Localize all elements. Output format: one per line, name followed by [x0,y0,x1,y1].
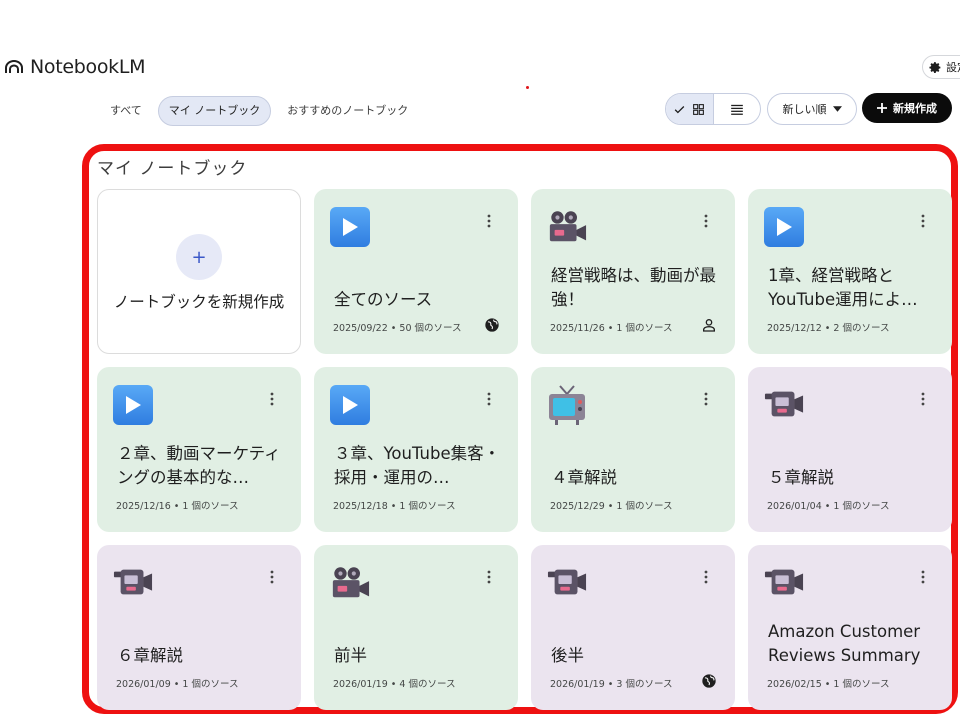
more-options-icon[interactable] [703,391,709,406]
notebook-title: 全てのソース [334,290,433,309]
more-options-icon[interactable] [269,391,275,406]
notebook-title: 1章、経営戦略とYouTube運用によ… [768,266,918,309]
caret-down-icon [832,106,842,112]
movie-camera-icon [330,563,370,603]
notebook-card[interactable]: ６章解説 2026/01/09 • 1 個のソース [97,545,301,710]
create-new-label: 新規作成 [893,102,937,115]
notebook-meta: 2025/09/22 • 50 個のソース [333,323,462,334]
list-icon [730,104,743,115]
notebook-card[interactable]: Amazon Customer Reviews Summary 2026/02/1… [748,545,952,710]
view-toggle [665,93,761,125]
plus-circle-icon: + [176,234,222,280]
notebook-title: ３章、YouTube集客・採用・運用の… [334,444,501,487]
tab-my-notebooks[interactable]: マイ ノートブック [157,96,272,126]
more-options-icon[interactable] [486,213,492,228]
notebooklm-logo-icon [5,60,23,73]
television-icon [547,385,587,425]
create-notebook-card[interactable]: + ノートブックを新規作成 [97,189,301,354]
notebook-title: Amazon Customer Reviews Summary [768,622,921,665]
notebook-meta: 2025/12/12 • 2 個のソース [767,323,890,334]
notebook-card[interactable]: 全てのソース 2025/09/22 • 50 個のソース [314,189,518,354]
play-button-icon [764,207,804,247]
gear-icon [929,61,941,73]
notebook-meta: 2026/02/15 • 1 個のソース [767,679,890,690]
person-icon [701,317,717,333]
more-options-icon[interactable] [486,569,492,584]
create-new-button[interactable]: 新規作成 [862,93,952,123]
notebook-title: ５章解説 [768,468,834,487]
marker-dot [526,86,529,89]
video-camera-icon [764,563,804,603]
play-button-icon [330,207,370,247]
sort-label: 新しい順 [782,103,827,116]
notebook-card[interactable]: ５章解説 2026/01/04 • 1 個のソース [748,367,952,532]
grid-view-button[interactable] [666,94,714,124]
notebook-card[interactable]: ３章、YouTube集客・採用・運用の… 2025/12/18 • 1 個のソース [314,367,518,532]
more-options-icon[interactable] [920,569,926,584]
play-button-icon [330,385,370,425]
notebook-meta: 2026/01/09 • 1 個のソース [116,679,239,690]
app-logo[interactable]: NotebookLM [4,56,146,78]
movie-camera-icon [547,207,587,247]
notebook-title: 前半 [334,646,367,665]
globe-icon [701,673,717,689]
notebook-card[interactable]: 経営戦略は、動画が最強！ 2025/11/26 • 1 個のソース [531,189,735,354]
tab-all[interactable]: すべて [100,96,152,126]
check-icon [674,105,685,113]
notebook-card[interactable]: 前半 2026/01/19 • 4 個のソース [314,545,518,710]
notebook-meta: 2026/01/19 • 4 個のソース [333,679,456,690]
more-options-icon[interactable] [920,213,926,228]
notebook-card[interactable]: 1章、経営戦略とYouTube運用によ… 2025/12/12 • 2 個のソース [748,189,952,354]
section-title: マイ ノートブック [97,159,248,179]
notebook-title: 後半 [551,646,584,665]
more-options-icon[interactable] [269,569,275,584]
app-name: NotebookLM [30,56,146,78]
notebook-title: ４章解説 [551,468,617,487]
more-options-icon[interactable] [486,391,492,406]
notebook-card[interactable]: ２章、動画マーケティングの基本的な… 2025/12/16 • 1 個のソース [97,367,301,532]
settings-label: 設定 [946,61,960,74]
more-options-icon[interactable] [703,213,709,228]
notebook-meta: 2025/11/26 • 1 個のソース [550,323,673,334]
filter-tabs: すべて マイ ノートブック おすすめのノートブック [100,96,418,126]
more-options-icon[interactable] [920,391,926,406]
globe-icon [484,317,500,333]
sort-dropdown[interactable]: 新しい順 [767,93,857,125]
notebook-meta: 2026/01/04 • 1 個のソース [767,501,890,512]
grid-icon [693,103,705,115]
notebook-meta: 2025/12/29 • 1 個のソース [550,501,673,512]
settings-button[interactable]: 設定 [922,55,960,79]
video-camera-icon [764,385,804,425]
notebook-title: ６章解説 [117,646,183,665]
notebook-title: 経営戦略は、動画が最強！ [551,266,716,309]
notebook-card[interactable]: ４章解説 2025/12/29 • 1 個のソース [531,367,735,532]
notebook-meta: 2025/12/18 • 1 個のソース [333,501,456,512]
more-options-icon[interactable] [703,569,709,584]
create-notebook-label: ノートブックを新規作成 [113,293,285,311]
notebook-title: ２章、動画マーケティングの基本的な… [117,444,281,487]
notebook-card[interactable]: 後半 2026/01/19 • 3 個のソース [531,545,735,710]
plus-icon [877,103,887,113]
notebook-meta: 2026/01/19 • 3 個のソース [550,679,673,690]
video-camera-icon [113,563,153,603]
list-view-button[interactable] [714,94,761,124]
video-camera-icon [547,563,587,603]
notebook-meta: 2025/12/16 • 1 個のソース [116,501,239,512]
tab-recommended[interactable]: おすすめのノートブック [277,96,418,126]
play-button-icon [113,385,153,425]
